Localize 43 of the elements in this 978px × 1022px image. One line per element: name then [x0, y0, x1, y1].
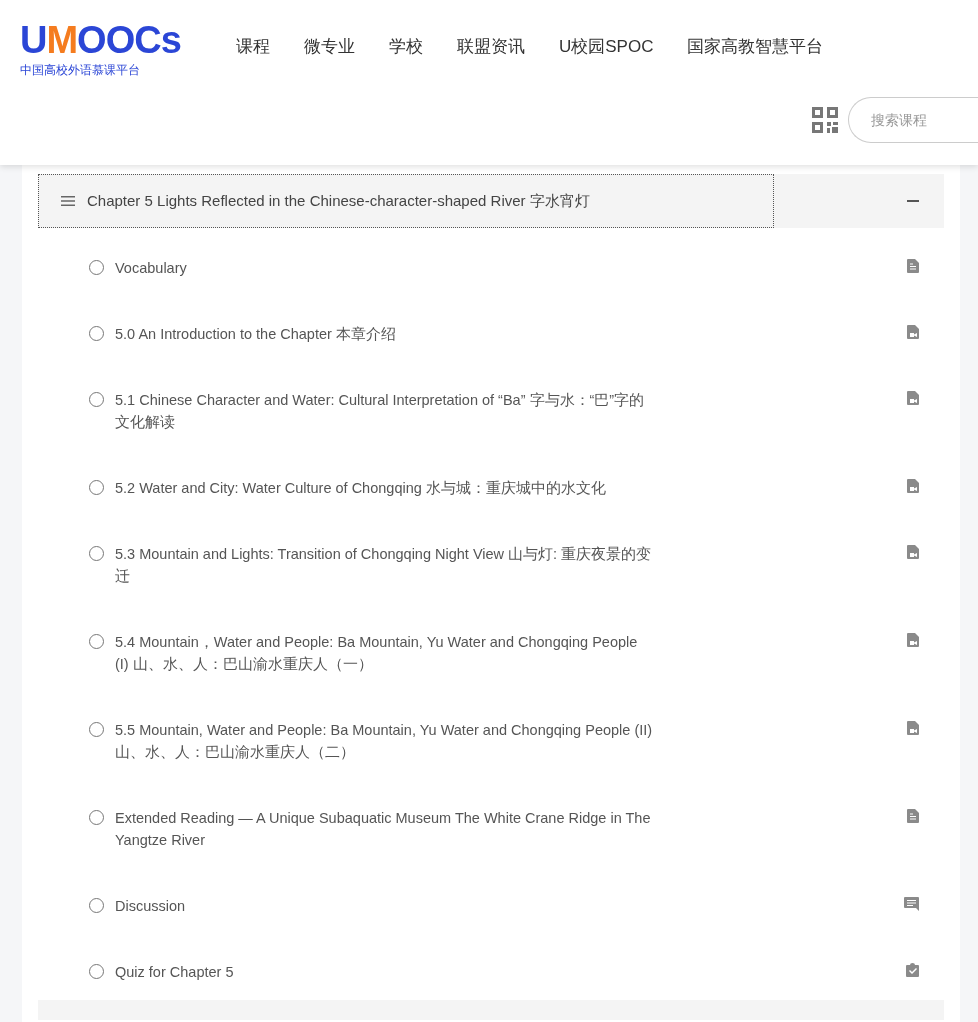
lesson-item[interactable]: 5.1 Chinese Character and Water: Cultural Interpretation of “Ba” 字与水：“巴”字的文化解读: [38, 360, 944, 448]
video-file-icon: [907, 633, 919, 647]
search-field[interactable]: 搜索课程: [848, 97, 978, 143]
logo-subtitle: 中国高校外语慕课平台: [20, 62, 141, 78]
nav-link[interactable]: 学校: [389, 34, 423, 60]
chapter-header[interactable]: Chapter 5 Lights Reflected in the Chinese-character-shaped River 字水宵灯: [38, 174, 944, 228]
logo[interactable]: UMOOCs: [20, 20, 190, 60]
nav-link[interactable]: U校园SPOC: [559, 34, 654, 60]
lesson-title: 5.2 Water and City: Water Culture of Chongqing 水与城：重庆城中的水文化: [115, 479, 607, 498]
nav-link[interactable]: 课程: [236, 34, 270, 60]
video-file-icon: [907, 391, 919, 405]
lesson-item[interactable]: Extended Reading — A Unique Subaquatic Museum The White Crane Ridge in The Yangtze River: [38, 778, 944, 866]
lesson-title: Extended Reading — A Unique Subaquatic Museum The White Crane Ridge in The Yangtze River: [115, 809, 652, 850]
lesson-title: 5.0 An Introduction to the Chapter 本章介绍: [115, 325, 397, 344]
clipboard-check-icon: [906, 963, 919, 977]
nav-link[interactable]: 联盟资讯: [457, 34, 525, 60]
lesson-title: Discussion: [115, 897, 187, 916]
lesson-item[interactable]: 5.0 An Introduction to the Chapter 本章介绍: [38, 294, 944, 360]
menu-icon: [61, 196, 75, 206]
comment-icon: [904, 897, 919, 911]
video-file-icon: [907, 325, 919, 339]
lesson-title: 5.3 Mountain and Lights: Transition of Chongqing Night View 山与灯: 重庆夜景的变迁: [115, 545, 653, 586]
lesson-item[interactable]: 5.4 Mountain，Water and People: Ba Mountain, Yu Water and Chongqing People (I) 山、水、人：巴山渝水重庆人（一）: [38, 602, 944, 690]
nav-link[interactable]: 国家高教智慧平台: [687, 34, 824, 60]
lesson-title: 5.4 Mountain，Water and People: Ba Mountain, Yu Water and Chongqing People (I) 山、水、人：巴山渝水重庆人（一）: [115, 633, 639, 674]
lesson-item[interactable]: 5.5 Mountain, Water and People: Ba Mountain, Yu Water and Chongqing People (II) 山、水、人：巴山渝水重庆人（二）: [38, 690, 944, 778]
chapter-title: Chapter 5 Lights Reflected in the Chinese-character-shaped River 字水宵灯: [87, 190, 590, 211]
lesson-title: Quiz for Chapter 5: [115, 963, 235, 982]
lesson-item[interactable]: 5.3 Mountain and Lights: Transition of Chongqing Night View 山与灯: 重庆夜景的变迁: [38, 514, 944, 602]
video-file-icon: [907, 721, 919, 735]
lesson-title: 5.1 Chinese Character and Water: Cultural Interpretation of “Ba” 字与水：“巴”字的文化解读: [115, 391, 646, 432]
lesson-item[interactable]: Discussion: [38, 866, 944, 932]
document-icon: [907, 809, 919, 823]
lesson-title: Vocabulary: [115, 259, 188, 278]
document-icon: [907, 259, 919, 273]
qr-code-icon[interactable]: [812, 107, 838, 133]
lesson-title: 5.5 Mountain, Water and People: Ba Mountain, Yu Water and Chongqing People (II) 山、水、人：巴山渝水重庆人（二）: [115, 721, 654, 762]
nav-link[interactable]: 微专业: [304, 34, 355, 60]
lesson-item[interactable]: Quiz for Chapter 5: [38, 932, 944, 998]
video-file-icon: [907, 479, 919, 493]
video-file-icon: [907, 545, 919, 559]
lesson-item[interactable]: Vocabulary: [38, 228, 944, 294]
lesson-item[interactable]: 5.2 Water and City: Water Culture of Chongqing 水与城：重庆城中的水文化: [38, 448, 944, 514]
